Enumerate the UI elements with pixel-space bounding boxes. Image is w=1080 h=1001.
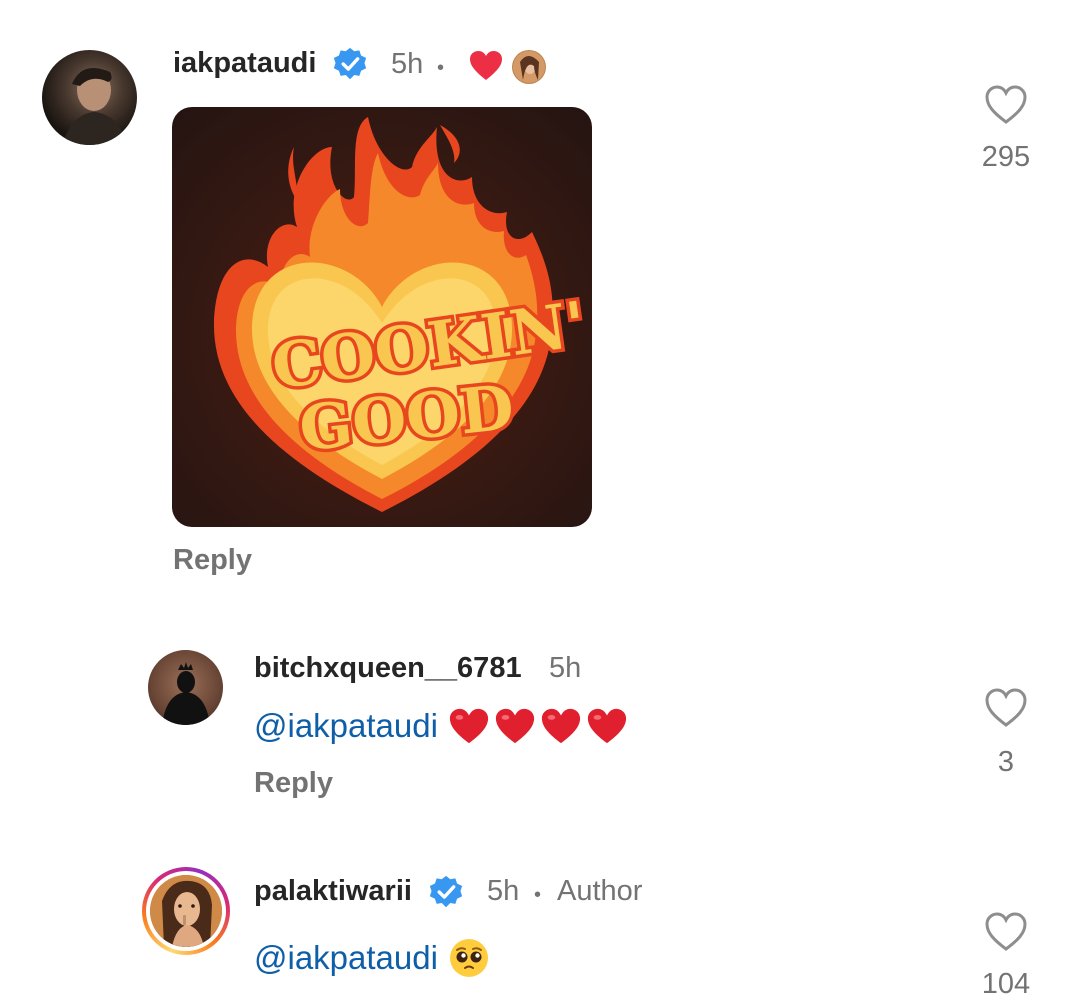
username[interactable]: iakpataudi [173, 47, 316, 80]
cookin-good-sticker-image[interactable]: COOKIN' GOOD [172, 107, 592, 527]
avatar-bitchxqueen[interactable] [148, 650, 223, 725]
pleading-face-emoji-icon [449, 939, 488, 977]
avatar-iakpataudi[interactable] [42, 50, 137, 145]
like-heart-icon[interactable] [984, 912, 1028, 957]
mention-link[interactable]: @iakpataudi [254, 939, 438, 977]
comment-text: @iakpataudi [254, 936, 490, 980]
hearts-emoji-group [448, 706, 628, 746]
heart-emoji-icon [587, 708, 627, 744]
reply-button[interactable]: Reply [254, 767, 333, 800]
username[interactable]: palaktiwarii [254, 875, 412, 908]
like-count: 295 [981, 141, 1031, 173]
reply-button[interactable]: Reply [173, 544, 252, 577]
username[interactable]: bitchxqueen__6781 [254, 652, 522, 685]
heart-emoji-icon [495, 708, 535, 744]
like-count: 3 [997, 746, 1015, 778]
verified-badge-icon [333, 47, 367, 86]
like-count: 104 [981, 968, 1031, 1000]
author-tag: Author [557, 875, 643, 907]
timestamp: 5h [549, 652, 582, 684]
like-heart-icon[interactable] [984, 688, 1028, 733]
story-ring-avatar-palaktiwarii[interactable] [142, 867, 230, 955]
separator-dot: • [534, 884, 542, 906]
heart-emoji-icon [541, 708, 581, 744]
timestamp: 5h [391, 48, 424, 80]
avatar-palaktiwarii [150, 875, 222, 947]
timestamp: 5h [487, 875, 520, 907]
comment-text: @iakpataudi [254, 704, 628, 748]
heart-emoji-icon [449, 708, 489, 744]
verified-badge-icon [429, 875, 463, 914]
author-avatar-small [512, 50, 546, 84]
author-liked-heart-icon [469, 50, 503, 87]
separator-dot: • [437, 57, 445, 79]
like-heart-icon[interactable] [984, 85, 1028, 130]
mention-link[interactable]: @iakpataudi [254, 707, 438, 745]
